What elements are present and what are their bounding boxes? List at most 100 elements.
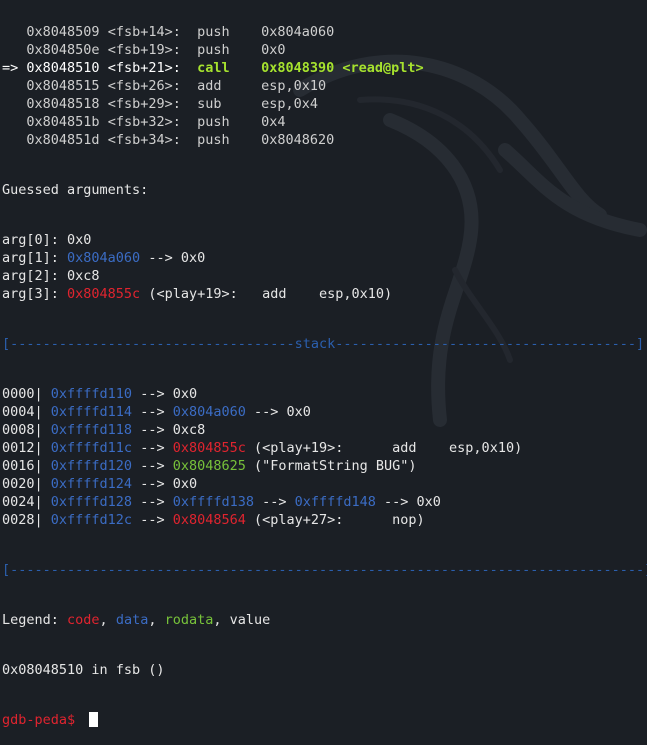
disasm-symbol: <fsb+34>:	[107, 132, 181, 148]
stack-arrow: -->	[132, 476, 173, 492]
disasm-spacer	[100, 42, 108, 58]
argument-detail: --> 0x0	[140, 250, 206, 266]
stack-line: 0012| 0xffffd11c --> 0x804855c (<play+19…	[2, 439, 647, 457]
disasm-arrow	[2, 78, 18, 94]
disasm-operands: 0x0	[261, 42, 286, 58]
stack-arrow: -->	[132, 422, 173, 438]
stack-address: 0xffffd124	[50, 476, 133, 492]
stack-offset: 0024|	[2, 494, 51, 510]
disasm-mnemonic: push	[197, 24, 230, 40]
disasm-arrow	[2, 96, 18, 112]
disasm-symbol: <fsb+29>:	[107, 96, 181, 112]
stack-offset: 0000|	[2, 386, 51, 402]
disasm-address: 0x8048509	[18, 24, 100, 40]
disasm-spacer	[100, 132, 108, 148]
stack-chain-address: 0xffffd148	[294, 494, 376, 510]
argument-detail: (<play+19>: add esp,0x10)	[140, 286, 393, 302]
stack-separator-right: -------------------------------------]	[335, 336, 645, 352]
legend-value: value	[229, 612, 271, 628]
argument-line: arg[2]: 0xc8	[2, 267, 647, 285]
argument-label: arg[3]:	[2, 286, 68, 302]
argument-value: 0x804855c	[67, 286, 141, 302]
disasm-spacer	[100, 114, 108, 130]
stack-value: 0x8048564	[172, 512, 246, 528]
disasm-line: 0x8048518 <fsb+29>: sub esp,0x4	[2, 95, 647, 113]
stack-offset: 0004|	[2, 404, 51, 420]
stack-separator: [-----------------------------------stac…	[2, 335, 647, 353]
stack-address: 0xffffd118	[50, 422, 133, 438]
prompt-line[interactable]: gdb-peda$	[2, 711, 647, 729]
legend-data: data	[115, 612, 149, 628]
stack-arrow: -->	[132, 494, 173, 510]
disasm-address: 0x8048518	[18, 96, 100, 112]
disasm-operands: esp,0x4	[261, 96, 319, 112]
stack-detail: -->	[253, 494, 295, 510]
disasm-address: 0x804850e	[18, 42, 100, 58]
argument-line: arg[0]: 0x0	[2, 231, 647, 249]
legend-comma: ,	[213, 612, 230, 628]
disasm-spacer	[181, 78, 197, 94]
stack-value: 0xffffd138	[172, 494, 254, 510]
stack-line: 0028| 0xffffd12c --> 0x8048564 (<play+27…	[2, 511, 647, 529]
disasm-mnemonic: sub	[197, 96, 222, 112]
stack-detail: (<play+27>: nop)	[245, 512, 425, 528]
stack-value: 0x0	[172, 476, 198, 492]
argument-line: arg[1]: 0x804a060 --> 0x0	[2, 249, 647, 267]
stack-chain-tail: --> 0x0	[375, 494, 441, 510]
stack-detail: --> 0x0	[245, 404, 311, 420]
disasm-symbol: <fsb+14>:	[107, 24, 181, 40]
legend-rodata: rodata	[164, 612, 214, 628]
stack-line: 0016| 0xffffd120 --> 0x8048625 ("FormatS…	[2, 457, 647, 475]
disasm-spacer	[100, 96, 108, 112]
disasm-address: 0x804851d	[18, 132, 100, 148]
legend-line: Legend: code, data, rodata, value	[2, 611, 647, 629]
stack-arrow: -->	[132, 440, 173, 456]
argument-value: 0xc8	[67, 268, 100, 284]
stack-address: 0xffffd128	[50, 494, 133, 510]
disasm-spacer	[181, 24, 197, 40]
stack-detail: (<play+19>: add esp,0x10)	[245, 440, 523, 456]
stack-address: 0xffffd12c	[50, 512, 133, 528]
disasm-spacer	[181, 114, 197, 130]
disasm-operands: 0x4	[261, 114, 286, 130]
disasm-spacer	[100, 24, 108, 40]
disasm-mnemonic: call	[197, 60, 230, 76]
argument-value: 0x0	[67, 232, 92, 248]
stack-line: 0008| 0xffffd118 --> 0xc8	[2, 421, 647, 439]
stack-address: 0xffffd11c	[50, 440, 133, 456]
disasm-operands: esp,0x10	[261, 78, 327, 94]
disasm-arrow	[2, 24, 18, 40]
stack-block: 0000| 0xffffd110 --> 0x0 0004| 0xffffd114…	[2, 385, 647, 529]
disasm-address: 0x804851b	[18, 114, 100, 130]
disasm-mnemonic: push	[197, 42, 230, 58]
disasm-operands: 0x8048390 <read@plt>	[261, 60, 424, 76]
gdb-prompt: gdb-peda$	[2, 712, 84, 728]
stack-value: 0xc8	[172, 422, 206, 438]
disasm-spacer	[100, 78, 108, 94]
stack-address: 0xffffd114	[50, 404, 133, 420]
disasm-mnemonic: push	[197, 132, 230, 148]
stack-arrow: -->	[132, 404, 173, 420]
stack-detail: ("FormatString BUG")	[245, 458, 417, 474]
stack-line: 0000| 0xffffd110 --> 0x0	[2, 385, 647, 403]
disasm-symbol: <fsb+26>:	[107, 78, 181, 94]
argument-line: arg[3]: 0x804855c (<play+19>: add esp,0x…	[2, 285, 647, 303]
disasm-arrow	[2, 132, 18, 148]
argument-label: arg[0]:	[2, 232, 68, 248]
stack-offset: 0012|	[2, 440, 51, 456]
disasm-arrow	[2, 42, 18, 58]
argument-value: 0x804a060	[67, 250, 141, 266]
stack-separator-left: [-----------------------------------	[2, 336, 295, 352]
stack-line: 0020| 0xffffd124 --> 0x0	[2, 475, 647, 493]
stack-arrow: -->	[132, 386, 173, 402]
stack-offset: 0020|	[2, 476, 51, 492]
stack-address: 0xffffd110	[50, 386, 133, 402]
disasm-line: 0x804850e <fsb+19>: push 0x0	[2, 41, 647, 59]
stack-separator-word: stack	[294, 336, 336, 352]
legend-comma: ,	[99, 612, 116, 628]
legend-label: Legend:	[2, 612, 68, 628]
disasm-address: 0x8048515	[18, 78, 100, 94]
disasm-mnemonic: push	[197, 114, 230, 130]
text-cursor[interactable]	[89, 712, 99, 727]
disasm-operands: 0x804a060	[261, 24, 335, 40]
